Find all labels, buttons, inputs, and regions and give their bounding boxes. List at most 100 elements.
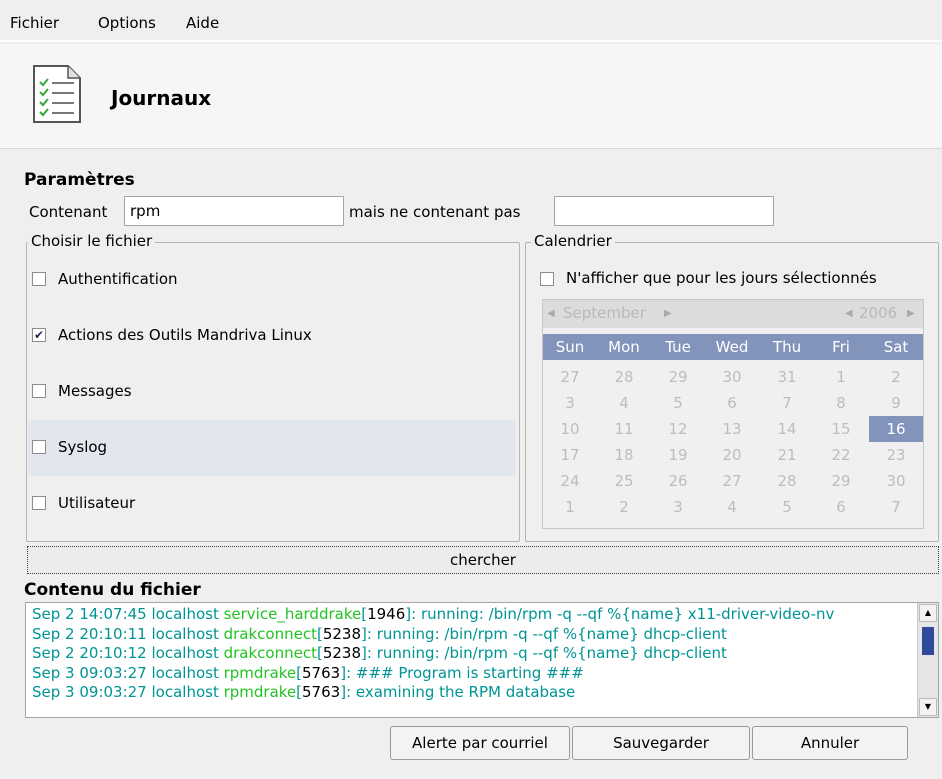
weekday: Fri — [832, 338, 850, 356]
menu-bar: Fichier Options Aide — [0, 0, 942, 42]
year-label: 2006 — [859, 304, 898, 322]
log-pid: 5763 — [302, 683, 341, 701]
weekday: Sat — [883, 338, 909, 356]
scrollbar-thumb[interactable] — [922, 627, 934, 655]
log-text-area[interactable]: Sep 2 14:07:45 localhost service_harddra… — [25, 602, 939, 718]
calendar-day[interactable]: 7 — [869, 494, 923, 520]
calendar-day-selected[interactable]: 16 — [869, 416, 923, 442]
file-option-label: Actions des Outils Mandriva Linux — [58, 326, 312, 344]
calendar-day[interactable]: 19 — [651, 442, 705, 468]
log-program: service_harddrake — [223, 605, 362, 623]
calendar-day[interactable]: 4 — [597, 390, 651, 416]
calendar-day[interactable]: 30 — [705, 364, 759, 390]
weekday: Thu — [772, 338, 802, 356]
containing-input[interactable]: rpm — [124, 196, 344, 226]
log-pid: 5238 — [322, 624, 362, 643]
calendar-day[interactable]: 1 — [814, 364, 868, 390]
calendar-day[interactable]: 24 — [543, 468, 597, 494]
prev-month-icon[interactable]: ◀ — [547, 308, 555, 319]
mail-alert-button[interactable]: Alerte par courriel — [390, 726, 570, 760]
log-pid: 5238 — [322, 644, 362, 662]
checkbox-checked[interactable]: ✔ — [32, 328, 46, 342]
calendar-day[interactable]: 11 — [597, 416, 651, 442]
checkbox[interactable] — [540, 272, 554, 286]
file-option-syslog[interactable]: Syslog — [28, 420, 516, 476]
calendar-day[interactable]: 5 — [760, 494, 814, 520]
calendar-day[interactable]: 17 — [543, 442, 597, 468]
calendar-day[interactable]: 3 — [543, 390, 597, 416]
scroll-up-icon[interactable]: ▲ — [919, 604, 937, 622]
scrollbar[interactable]: ▲ ▼ — [917, 603, 938, 717]
calendar-day[interactable]: 9 — [869, 390, 923, 416]
save-button[interactable]: Sauvegarder — [572, 726, 750, 760]
log-program: drakconnect — [223, 644, 317, 662]
menu-options[interactable]: Options — [98, 14, 156, 32]
log-line: Sep 2 20:10:11 localhost drakconnect[523… — [32, 624, 727, 643]
checkbox[interactable] — [32, 440, 46, 454]
calendar-day[interactable]: 31 — [760, 364, 814, 390]
calendar-day[interactable]: 13 — [705, 416, 759, 442]
log-pid: 5763 — [302, 663, 341, 682]
log-message: : examining the RPM database — [346, 683, 576, 701]
log-date: Sep 3 09:03:27 localhost — [32, 663, 224, 682]
calendar-day[interactable]: 21 — [760, 442, 814, 468]
calendar-day[interactable]: 23 — [869, 442, 923, 468]
calendar-day[interactable]: 15 — [814, 416, 868, 442]
calendar-day[interactable]: 4 — [705, 494, 759, 520]
calendar-day[interactable]: 2 — [597, 494, 651, 520]
calendar-day[interactable]: 26 — [651, 468, 705, 494]
log-message: : running: /bin/rpm -q --qf %{name} x11-… — [411, 605, 835, 623]
next-year-icon[interactable]: ▶ — [907, 308, 915, 319]
calendar-day[interactable]: 8 — [814, 390, 868, 416]
document-checklist-icon — [33, 65, 81, 123]
calendar-day[interactable]: 27 — [705, 468, 759, 494]
calendar-day[interactable]: 18 — [597, 442, 651, 468]
checkbox[interactable] — [32, 496, 46, 510]
calendar-day[interactable]: 3 — [651, 494, 705, 520]
calendar-day[interactable]: 29 — [651, 364, 705, 390]
calendar-day[interactable]: 10 — [543, 416, 597, 442]
next-month-icon[interactable]: ▶ — [664, 308, 672, 319]
calendar-day[interactable]: 25 — [597, 468, 651, 494]
file-option-authentification[interactable]: Authentification — [28, 252, 516, 308]
weekday-header: Sun Mon Tue Wed Thu Fri Sat — [543, 334, 923, 360]
weekday: Mon — [608, 338, 640, 356]
log-program: rpmdrake — [223, 683, 297, 701]
file-option-messages[interactable]: Messages — [28, 364, 516, 420]
containing-label: Contenant — [29, 203, 108, 221]
checkbox[interactable] — [32, 272, 46, 286]
search-button[interactable]: chercher — [27, 546, 939, 574]
scroll-down-icon[interactable]: ▼ — [919, 698, 937, 716]
calendar-day[interactable]: 29 — [814, 468, 868, 494]
calendar-day[interactable]: 20 — [705, 442, 759, 468]
file-content-heading: Contenu du fichier — [24, 580, 201, 600]
calendar-day[interactable]: 7 — [760, 390, 814, 416]
file-option-actions-mandriva[interactable]: ✔ Actions des Outils Mandriva Linux — [28, 308, 516, 364]
only-selected-days-option[interactable]: N'afficher que pour les jours sélectionn… — [540, 269, 930, 289]
month-label: September — [563, 304, 646, 322]
calendar-day[interactable]: 6 — [814, 494, 868, 520]
calendar-day[interactable]: 2 — [869, 364, 923, 390]
file-option-label: Authentification — [58, 270, 178, 288]
file-option-label: Messages — [58, 382, 132, 400]
calendar-day[interactable]: 28 — [760, 468, 814, 494]
calendar-day[interactable]: 6 — [705, 390, 759, 416]
calendar-day[interactable]: 22 — [814, 442, 868, 468]
weekday: Tue — [665, 338, 691, 356]
calendar-day[interactable]: 5 — [651, 390, 705, 416]
calendar-day[interactable]: 27 — [543, 364, 597, 390]
only-selected-days-label: N'afficher que pour les jours sélectionn… — [566, 269, 877, 287]
prev-year-icon[interactable]: ◀ — [845, 308, 853, 319]
not-containing-input[interactable] — [554, 196, 774, 226]
checkbox[interactable] — [32, 384, 46, 398]
calendar-day[interactable]: 1 — [543, 494, 597, 520]
menu-fichier[interactable]: Fichier — [10, 14, 59, 32]
log-date: Sep 2 14:07:45 localhost — [32, 605, 224, 623]
calendar-day[interactable]: 14 — [760, 416, 814, 442]
file-option-utilisateur[interactable]: Utilisateur — [28, 476, 516, 532]
calendar-day[interactable]: 28 — [597, 364, 651, 390]
menu-aide[interactable]: Aide — [186, 14, 219, 32]
calendar-day[interactable]: 12 — [651, 416, 705, 442]
cancel-button[interactable]: Annuler — [752, 726, 908, 760]
calendar-day[interactable]: 30 — [869, 468, 923, 494]
